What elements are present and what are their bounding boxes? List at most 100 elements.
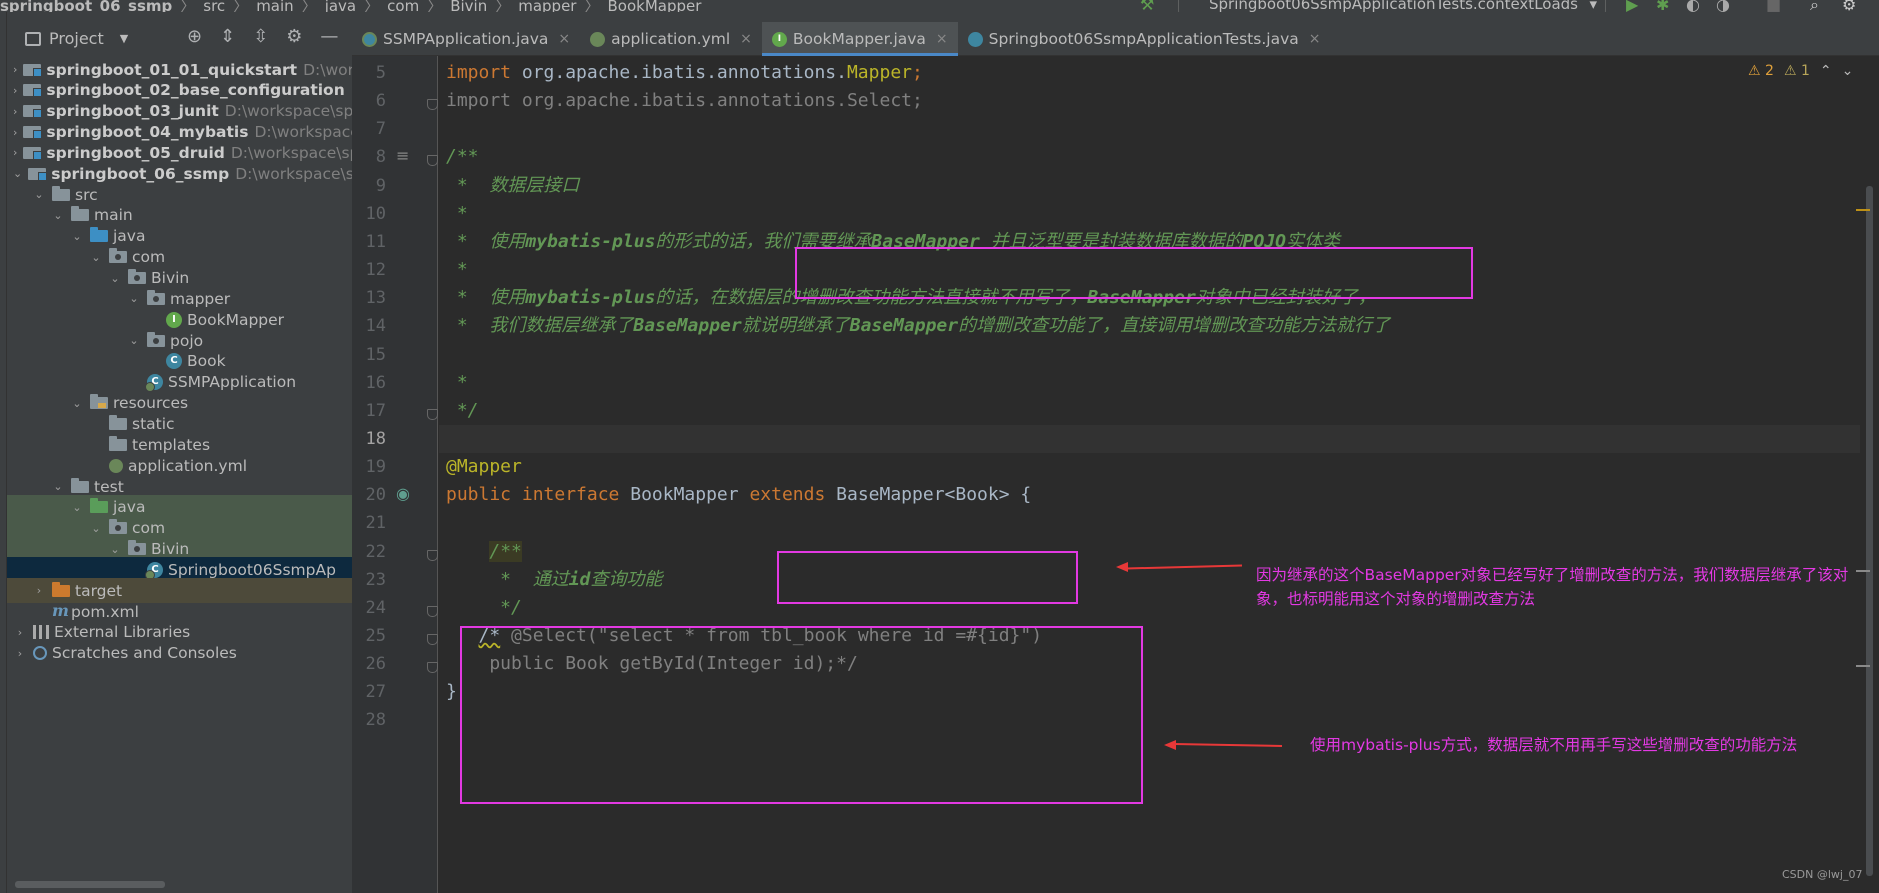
tree-item-label: Bivin <box>151 540 190 559</box>
chevron-down-icon[interactable]: ⌄ <box>108 272 122 285</box>
search-icon[interactable]: ⌕ <box>1810 0 1819 12</box>
breadcrumb[interactable]: springboot_06_ssmp 〉 src 〉 main 〉 java 〉 com 〉 Biv… <box>0 0 701 12</box>
chevron-up-icon[interactable]: ⌃ <box>1820 63 1832 79</box>
breadcrumb-item[interactable]: Bivin <box>450 0 487 12</box>
close-icon[interactable]: × <box>740 31 752 47</box>
run-config-label: Springboot06SsmpApplicationTests.context… <box>1209 0 1578 12</box>
line-number: 5 <box>375 63 386 83</box>
tab-ssmpapplication-java[interactable]: SSMPApplication.java × <box>352 22 580 56</box>
close-icon[interactable]: × <box>558 31 570 47</box>
chevron-down-icon[interactable]: ⌄ <box>51 480 65 493</box>
chevron-down-icon[interactable]: ⌄ <box>70 397 84 410</box>
coverage-icon[interactable]: ◐ <box>1686 0 1700 12</box>
tree-item-label: Scratches and Consoles <box>52 644 237 663</box>
locate-icon[interactable]: ⊕ <box>187 26 202 47</box>
chevron-down-icon[interactable]: ⌄ <box>89 522 103 535</box>
code-line: * <box>446 369 468 397</box>
code-token: /** <box>489 540 522 562</box>
run-icon[interactable]: ▶ <box>1626 0 1638 12</box>
tree-item-scratches-and-consoles[interactable]: › Scratches and Consoles <box>7 641 352 666</box>
chevron-right-icon[interactable]: › <box>13 647 27 660</box>
chevron-right-icon[interactable]: › <box>13 63 17 76</box>
inspection-widget[interactable]: ⚠ 2 ⚠ 1 ⌃ ⌄ <box>1748 63 1853 79</box>
code-line: import org.apache.ibatis.annotations.Map… <box>446 59 923 87</box>
tree-item-label: Springboot06SsmpAp <box>168 560 336 579</box>
debug-icon[interactable]: ✱ <box>1656 0 1669 12</box>
implementation-gutter-icon[interactable]: ◉ <box>396 484 410 503</box>
chevron-down-icon[interactable]: ⌄ <box>70 230 84 243</box>
code-line: /** <box>446 143 479 171</box>
chevron-right-icon[interactable]: › <box>13 146 17 159</box>
hide-icon[interactable]: — <box>320 26 338 47</box>
run-configuration-selector[interactable]: Springboot06SsmpApplicationTests.context… <box>1178 0 1606 12</box>
fold-marker-icon[interactable] <box>427 155 438 167</box>
chevron-right-icon[interactable]: › <box>32 584 46 597</box>
warning-count[interactable]: ⚠ 2 <box>1748 63 1774 79</box>
breadcrumb-item[interactable]: BookMapper <box>608 0 702 12</box>
weak-warning-count[interactable]: ⚠ 1 <box>1784 63 1810 79</box>
project-view-selector[interactable]: Project ▼ <box>25 29 128 48</box>
gear-icon[interactable]: ⚙ <box>1842 0 1856 12</box>
editor-vertical-scrollbar[interactable] <box>1860 56 1879 893</box>
chevron-down-icon[interactable]: ⌄ <box>1842 63 1854 79</box>
tree-item-path: D:\workspace\spr <box>230 143 352 162</box>
fold-marker-icon[interactable] <box>427 662 438 674</box>
tab-springboot06ssmpapplicationtests-java[interactable]: Springboot06SsmpApplicationTests.java × <box>958 22 1331 56</box>
line-number: 7 <box>375 119 386 140</box>
chevron-down-icon[interactable]: ⌄ <box>13 167 22 180</box>
code-token: Mapper <box>846 62 912 83</box>
gear-icon[interactable]: ⚙ <box>286 26 302 47</box>
code-token: ; <box>912 62 923 83</box>
chevron-down-icon[interactable]: ⌄ <box>89 251 103 264</box>
code-token: */ <box>446 596 522 618</box>
stop-icon[interactable]: ■ <box>1766 0 1781 12</box>
breadcrumb-item[interactable]: mapper <box>518 0 576 12</box>
fold-marker-icon[interactable] <box>427 605 438 617</box>
fold-marker-icon[interactable] <box>427 99 438 111</box>
chevron-right-icon[interactable]: › <box>13 126 17 139</box>
chevron-right-icon[interactable]: › <box>13 105 17 118</box>
folder-icon <box>71 477 89 493</box>
breadcrumb-item[interactable]: springboot_06_ssmp <box>0 0 172 12</box>
fold-marker-icon[interactable] <box>427 549 438 561</box>
tab-bookmapper-java[interactable]: I BookMapper.java × <box>761 22 958 56</box>
profile-icon[interactable]: ◑ <box>1716 0 1730 12</box>
folder-orange-icon <box>52 581 70 597</box>
project-horizontal-scrollbar[interactable] <box>7 877 352 893</box>
collapse-all-icon[interactable]: ⇳ <box>253 26 268 47</box>
code-line: */ <box>446 397 479 425</box>
tree-item-path: D:\workspace\spr <box>235 164 352 183</box>
tree-item-label: target <box>75 581 123 600</box>
annotation-box-commented-method <box>460 626 1143 804</box>
watermark: CSDN @lwj_07 <box>1782 868 1863 881</box>
code-token: BaseMapper<Book> { <box>836 484 1032 506</box>
breadcrumb-item[interactable]: main <box>256 0 293 12</box>
breadcrumb-item[interactable]: java <box>325 0 356 12</box>
iface-icon: I <box>771 31 787 47</box>
folder-pkg-icon <box>147 289 165 305</box>
expand-all-icon[interactable]: ⇕ <box>220 26 235 47</box>
line-number: 25 <box>365 626 386 646</box>
yml-icon <box>590 31 606 47</box>
breadcrumb-item[interactable]: src <box>203 0 225 12</box>
close-icon[interactable]: × <box>936 31 948 47</box>
render-doc-icon[interactable]: ≡ <box>396 146 409 165</box>
chevron-down-icon[interactable]: ⌄ <box>108 543 122 556</box>
line-number: 23 <box>365 569 386 590</box>
tab-application-yml[interactable]: application.yml × <box>580 22 762 56</box>
chevron-down-icon[interactable]: ⌄ <box>32 188 46 201</box>
chevron-down-icon[interactable]: ⌄ <box>70 501 84 514</box>
fold-marker-icon[interactable] <box>427 408 438 420</box>
chevron-down-icon[interactable]: ⌄ <box>127 334 141 347</box>
breadcrumb-item[interactable]: com <box>387 0 419 12</box>
code-line: * <box>446 256 468 284</box>
chevron-right-icon[interactable]: › <box>13 84 17 97</box>
chevron-down-icon[interactable]: ⌄ <box>51 209 65 222</box>
chevron-down-icon[interactable]: ⌄ <box>127 292 141 305</box>
close-icon[interactable]: × <box>1309 31 1321 47</box>
code-line: * 我们数据层继承了BaseMapper就说明继承了BaseMapper的增删改… <box>446 312 1390 340</box>
build-icon[interactable]: ⚒ <box>1140 0 1154 12</box>
fold-marker-icon[interactable] <box>427 634 438 645</box>
chevron-right-icon[interactable]: › <box>13 626 27 639</box>
